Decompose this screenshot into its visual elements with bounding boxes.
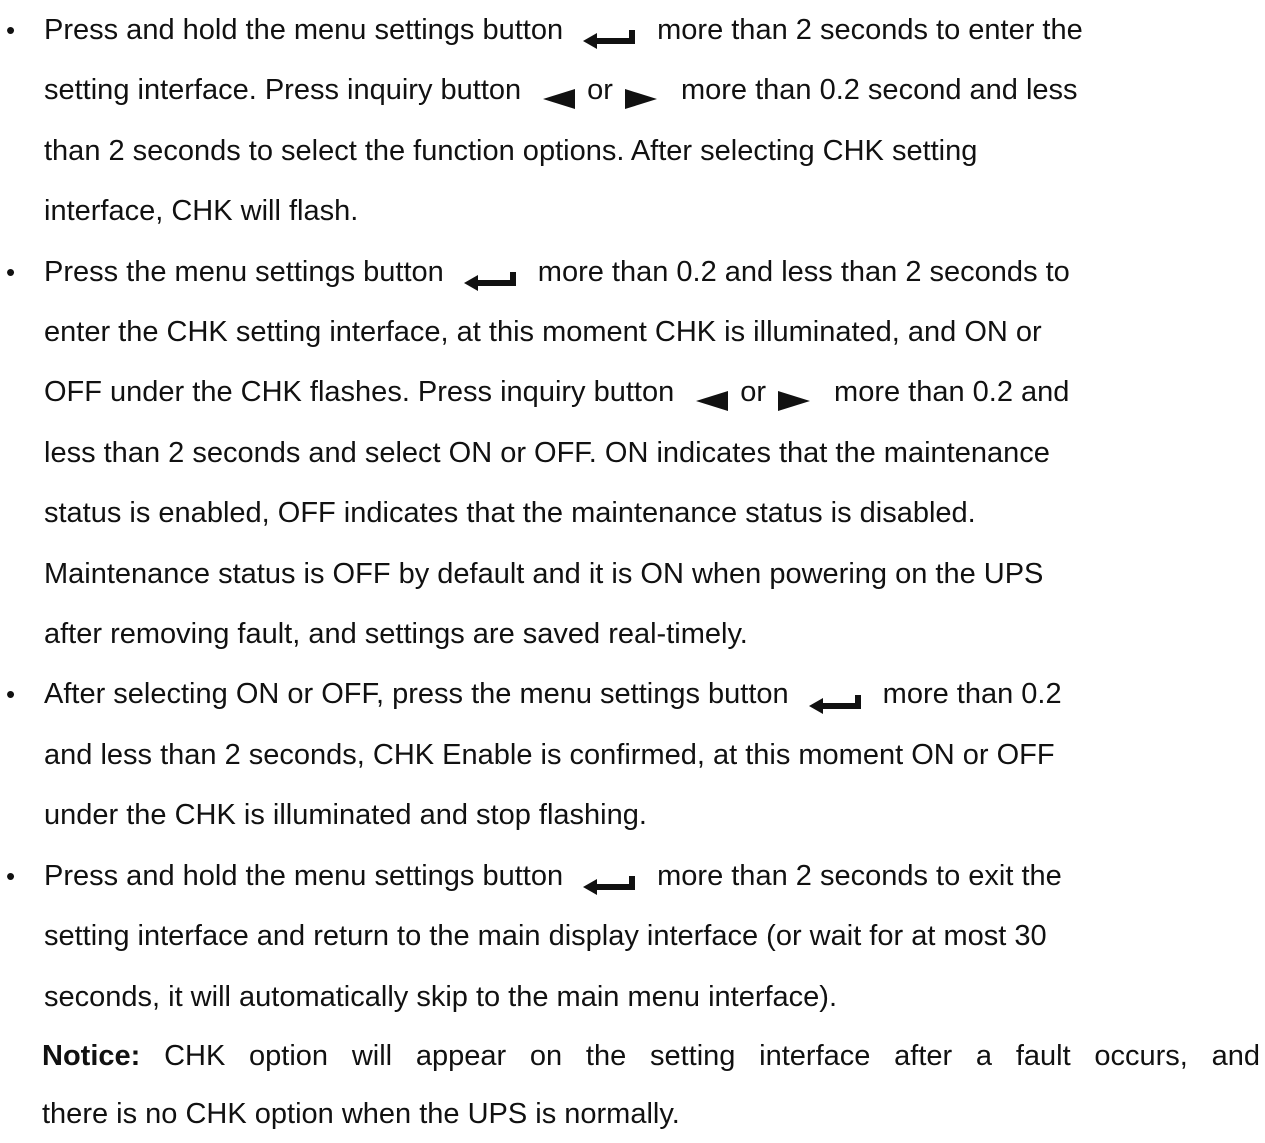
text-segment: or: [587, 74, 613, 107]
text-segment: interface, CHK will flash.: [44, 195, 359, 228]
text-line: interface, CHK will flash.: [44, 181, 1244, 241]
notice-label: Notice:: [42, 1039, 141, 1072]
text-line: setting interface. Press inquiry button o…: [44, 60, 1244, 120]
text-segment: setting interface and return to the main…: [44, 920, 1047, 953]
text-line: setting interface and return to the main…: [44, 906, 1244, 966]
notice-line-1: Notice: CHK option will appear on the se…: [42, 1027, 1260, 1085]
text-line: less than 2 seconds and select ON or OFF…: [44, 423, 1244, 483]
notice-line-2: there is no CHK option when the UPS is n…: [42, 1097, 680, 1130]
bullet-item: • Press the menu settings button more than…: [0, 242, 1244, 665]
text-segment: more than 2 seconds to enter the: [657, 14, 1083, 46]
document-page: • Press and hold the menu settings button…: [0, 0, 1265, 1143]
text-line: Maintenance status is OFF by default and…: [44, 544, 1244, 604]
text-segment: After selecting ON or OFF, press the men…: [44, 678, 789, 711]
text-segment: Maintenance status is OFF by default and…: [44, 557, 1044, 590]
bullet-point-icon: •: [6, 256, 16, 287]
text-segment: seconds, it will automatically skip to t…: [44, 980, 838, 1013]
text-line: after removing fault, and settings are s…: [44, 604, 1244, 664]
text-segment: status is enabled, OFF indicates that th…: [44, 497, 976, 530]
bullet-point-icon: •: [6, 860, 16, 891]
text-segment: more than 0.2 and: [834, 376, 1070, 409]
text-line: Press the menu settings button more than …: [44, 242, 1244, 302]
enter-key-icon: [581, 10, 637, 50]
text-segment: or: [740, 376, 767, 409]
text-line: under the CHK is illuminated and stop fl…: [44, 785, 1244, 845]
text-line: seconds, it will automatically skip to t…: [44, 967, 1244, 1027]
left-arrow-icon: [541, 72, 577, 109]
text-line: and less than 2 seconds, CHK Enable is c…: [44, 725, 1244, 785]
bullet-item: • Press and hold the menu settings button…: [0, 846, 1244, 1027]
text-segment: Press the menu settings button: [44, 255, 444, 288]
notice-text-1: CHK option will appear on the setting in…: [164, 1039, 1260, 1072]
right-arrow-icon: [776, 374, 812, 411]
text-segment: more than 0.2: [882, 678, 1062, 711]
text-segment: more than 0.2 and less than 2 seconds to: [537, 255, 1070, 288]
text-segment: enter the CHK setting interface, at this…: [44, 316, 1042, 349]
text-line: enter the CHK setting interface, at this…: [44, 302, 1244, 362]
text-segment: OFF under the CHK flashes. Press inquiry…: [44, 376, 675, 409]
text-line: OFF under the CHK flashes. Press inquiry…: [44, 362, 1244, 422]
bullet-point-icon: •: [6, 15, 16, 45]
text-segment: more than 2 seconds to exit the: [657, 859, 1062, 892]
notice-paragraph: Notice: CHK option will appear on the se…: [0, 1027, 1260, 1143]
text-line: Press and hold the menu settings button m…: [44, 846, 1244, 906]
text-segment: than 2 seconds to select the function op…: [44, 134, 978, 167]
text-segment: Press and hold the menu settings button: [44, 14, 564, 46]
text-segment: Press and hold the menu settings button: [44, 859, 564, 892]
text-segment: and less than 2 seconds, CHK Enable is c…: [44, 738, 1055, 771]
enter-key-icon: [581, 856, 637, 896]
bullet-point-icon: •: [6, 679, 16, 710]
text-line: Press and hold the menu settings button m…: [44, 0, 1244, 60]
text-line: status is enabled, OFF indicates that th…: [44, 483, 1244, 543]
text-segment: under the CHK is illuminated and stop fl…: [44, 799, 647, 832]
text-segment: more than 0.2 second and less: [680, 74, 1078, 107]
text-segment: after removing fault, and settings are s…: [44, 618, 748, 651]
right-arrow-icon: [623, 72, 659, 109]
left-arrow-icon: [694, 374, 730, 411]
bullet-item: • Press and hold the menu settings button…: [0, 0, 1244, 242]
text-line: After selecting ON or OFF, press the men…: [44, 664, 1244, 724]
text-segment: less than 2 seconds and select ON or OFF…: [44, 436, 1050, 469]
enter-key-icon: [462, 252, 518, 291]
bullet-item: • After selecting ON or OFF, press the me…: [0, 664, 1244, 845]
text-segment: setting interface. Press inquiry button: [44, 74, 522, 107]
instruction-list: • Press and hold the menu settings button…: [0, 0, 1265, 1027]
text-line: than 2 seconds to select the function op…: [44, 121, 1244, 181]
enter-key-icon: [807, 675, 863, 714]
